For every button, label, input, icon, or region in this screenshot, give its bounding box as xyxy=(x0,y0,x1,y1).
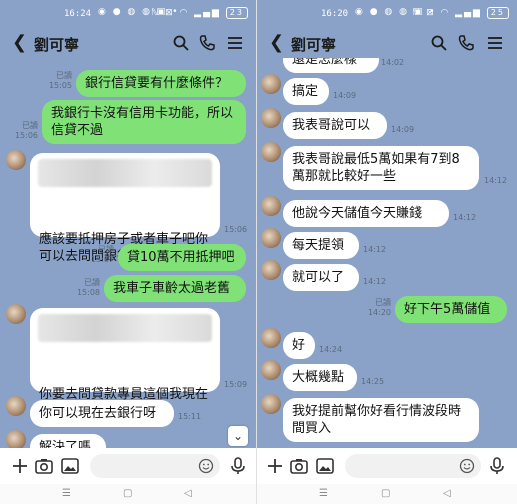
status-time: 16:20 xyxy=(321,9,349,19)
message-time: 14:12 xyxy=(363,277,387,286)
system-nav-bar: ☰ ▢ ◁ xyxy=(0,484,256,504)
mic-icon[interactable] xyxy=(228,456,248,476)
contact-avatar[interactable] xyxy=(6,304,26,324)
read-receipt: 已讀 15:05 xyxy=(48,71,72,90)
sent-message[interactable]: 貸10萬不用抵押吧 xyxy=(118,244,246,271)
received-message[interactable]: 好 xyxy=(283,332,315,359)
battery-indicator: 25 xyxy=(486,7,509,19)
received-message[interactable]: 他說今天儲值今天賺錢 xyxy=(283,200,449,227)
sent-message[interactable]: 我車子車齡太過老舊 xyxy=(104,275,246,302)
message-time: 14:02 xyxy=(381,58,405,67)
message-time: 14:12 xyxy=(484,176,508,185)
contact-avatar[interactable] xyxy=(6,430,26,448)
menu-icon[interactable] xyxy=(486,34,504,52)
arrow-down-icon[interactable]: ⌄ xyxy=(228,426,248,446)
message-time: 15:06 xyxy=(224,225,248,234)
message-input[interactable] xyxy=(90,454,220,478)
received-message[interactable]: 我表哥說可以 xyxy=(283,112,387,139)
contact-avatar[interactable] xyxy=(261,394,281,414)
message-time: 14:24 xyxy=(319,345,343,354)
left-chat-screen: 16:24 ◉ ● ◍ ◍ ▣ • ℕ ⊠ ◠ ▂▄▆ 23 ❮ 劉可寧 已讀 … xyxy=(0,0,256,504)
received-message[interactable]: 我好提前幫你好看行情波段時間買入 xyxy=(283,398,479,442)
contact-avatar[interactable] xyxy=(261,260,281,280)
contact-avatar[interactable] xyxy=(261,142,281,162)
received-message[interactable]: 應該要抵押房子或者車子吧你可以去問問銀行看 xyxy=(30,153,220,264)
image-icon[interactable] xyxy=(315,456,335,476)
contact-avatar[interactable] xyxy=(261,196,281,216)
received-message[interactable]: 就可以了 xyxy=(283,264,359,291)
message-time: 14:09 xyxy=(333,91,357,100)
plus-icon[interactable] xyxy=(265,456,285,476)
message-time: 14:12 xyxy=(363,245,387,254)
message-time: 14:25 xyxy=(361,377,385,386)
message-time: 14:12 xyxy=(453,213,477,222)
home-nav-icon[interactable]: ▢ xyxy=(381,488,390,499)
contact-avatar[interactable] xyxy=(261,74,281,94)
received-message[interactable]: 你可以現在去銀行呀 xyxy=(30,400,174,427)
recents-nav-icon[interactable]: ☰ xyxy=(319,488,328,499)
search-icon[interactable] xyxy=(430,34,448,52)
status-bar: 16:20 ◉ ● ◍ ◍ ▣ • ℕ ⊠ ◠ ▂▄▆ 25 xyxy=(257,0,517,28)
chat-header: ❮ 劉可寧 xyxy=(257,28,517,58)
contact-name: 劉可寧 xyxy=(291,36,337,54)
recents-nav-icon[interactable]: ☰ xyxy=(62,488,71,499)
message-time: 15:09 xyxy=(224,380,248,389)
contact-avatar[interactable] xyxy=(261,228,281,248)
camera-icon[interactable] xyxy=(34,456,54,476)
message-input[interactable] xyxy=(345,454,481,478)
status-time: 16:24 xyxy=(64,9,92,19)
chat-header: ❮ 劉可寧 xyxy=(0,28,256,58)
status-bar: 16:24 ◉ ● ◍ ◍ ▣ • ℕ ⊠ ◠ ▂▄▆ 23 xyxy=(0,0,256,28)
menu-icon[interactable] xyxy=(226,34,244,52)
camera-icon[interactable] xyxy=(289,456,309,476)
mic-icon[interactable] xyxy=(487,456,507,476)
sent-message[interactable]: 我銀行卡沒有信用卡功能，所以信貸不過 xyxy=(42,100,246,144)
received-message[interactable]: 還是怎麼樣 xyxy=(283,58,379,73)
chevron-left-icon[interactable]: ❮ xyxy=(12,32,27,53)
system-nav-bar: ☰ ▢ ◁ xyxy=(257,484,517,504)
read-receipt: 已讀 14:20 xyxy=(367,298,391,317)
search-icon[interactable] xyxy=(172,34,190,52)
received-message[interactable]: 每天提領 xyxy=(283,232,359,259)
received-message[interactable]: 你要去問貸款專員這個我現在還不怎麼了解 xyxy=(30,308,220,419)
emoji-icon[interactable] xyxy=(198,458,214,474)
redacted-reply-preview xyxy=(38,159,212,187)
input-bar xyxy=(0,448,256,484)
sent-message[interactable]: 好下午5萬儲值 xyxy=(395,296,507,323)
phone-icon[interactable] xyxy=(198,34,216,52)
system-icons: ℕ ⊠ ◠ ▂▄▆ 23 xyxy=(151,7,248,19)
message-time: 14:09 xyxy=(391,125,415,134)
battery-indicator: 23 xyxy=(225,7,248,19)
contact-avatar[interactable] xyxy=(6,396,26,416)
chevron-left-icon[interactable]: ❮ xyxy=(269,32,284,53)
back-nav-icon[interactable]: ◁ xyxy=(184,488,192,499)
contact-name: 劉可寧 xyxy=(34,36,80,54)
plus-icon[interactable] xyxy=(10,456,30,476)
message-list[interactable]: 還是怎麼樣 14:02 搞定 14:09 我表哥說可以 14:09 我表哥說最低… xyxy=(257,58,517,448)
contact-avatar[interactable] xyxy=(261,108,281,128)
message-time: 15:11 xyxy=(178,412,202,421)
input-bar xyxy=(257,448,517,484)
received-message[interactable]: 搞定 xyxy=(283,78,329,105)
system-icons: ℕ ⊠ ◠ ▂▄▆ 25 xyxy=(412,7,509,19)
received-message[interactable]: 解決了嗎 xyxy=(30,434,106,448)
received-message[interactable]: 我表哥說最低5萬如果有7到8萬那就比較好一些 xyxy=(283,146,479,190)
received-message[interactable]: 大概幾點 xyxy=(283,364,357,391)
read-receipt: 已讀 15:08 xyxy=(76,278,100,297)
image-icon[interactable] xyxy=(60,456,80,476)
contact-avatar[interactable] xyxy=(261,328,281,348)
phone-icon[interactable] xyxy=(457,34,475,52)
read-receipt: 已讀 15:06 xyxy=(14,121,38,140)
emoji-icon[interactable] xyxy=(459,458,475,474)
read-receipt: 已讀 15:07 xyxy=(90,245,114,264)
message-list[interactable]: 已讀 15:05 銀行信貸要有什麼條件？ 已讀 15:06 我銀行卡沒有信用卡功… xyxy=(0,58,256,448)
redacted-reply-preview xyxy=(38,314,212,342)
contact-avatar[interactable] xyxy=(261,360,281,380)
sent-message[interactable]: 銀行信貸要有什麼條件？ xyxy=(76,70,246,97)
contact-avatar[interactable] xyxy=(6,150,26,170)
home-nav-icon[interactable]: ▢ xyxy=(123,488,132,499)
right-chat-screen: 16:20 ◉ ● ◍ ◍ ▣ • ℕ ⊠ ◠ ▂▄▆ 25 ❮ 劉可寧 還是怎… xyxy=(257,0,517,504)
back-nav-icon[interactable]: ◁ xyxy=(443,488,451,499)
